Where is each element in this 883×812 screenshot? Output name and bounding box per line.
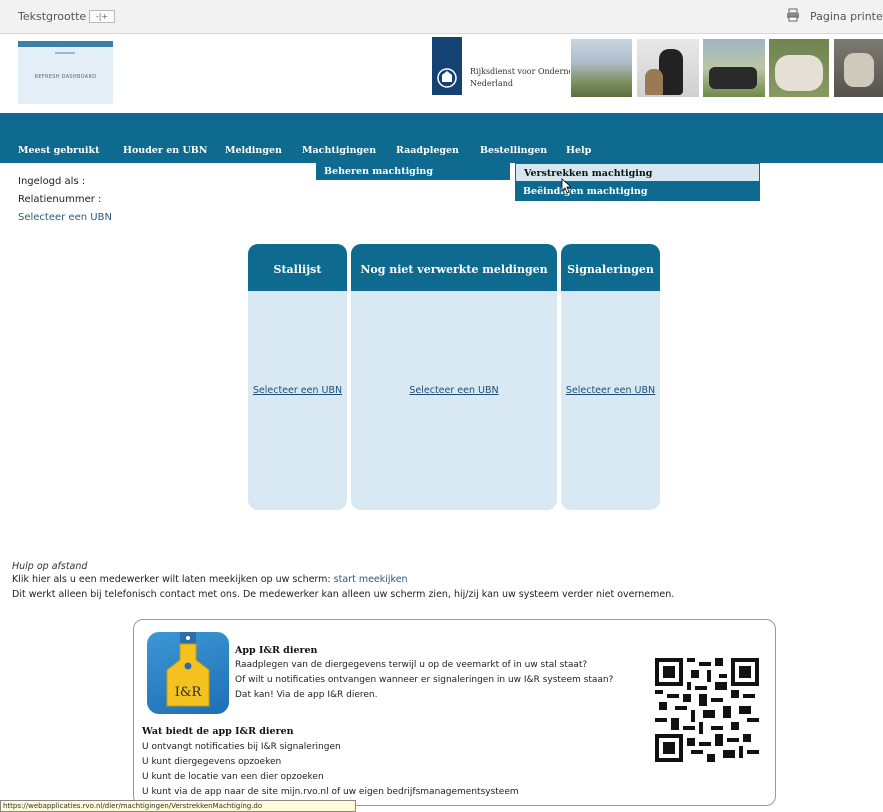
nav-meest-gebruikt[interactable]: Meest gebruikt <box>18 145 99 156</box>
app-benefit-item: U ontvangt notificaties bij I&R signaler… <box>142 742 341 752</box>
top-toolbar: Tekstgrootte -|+ Pagina printen <box>0 0 883 34</box>
app-description-line: Of wilt u notificaties ontvangen wanneer… <box>235 675 614 685</box>
goat-shape <box>844 53 874 87</box>
panel-signaleringen: Signaleringen Selecteer een UBN <box>561 244 660 510</box>
relation-number-label: Relatienummer : <box>18 194 102 205</box>
print-page-link[interactable]: Pagina printen <box>810 10 883 23</box>
rijksoverheid-logo <box>432 37 462 95</box>
panel-meldingen: Nog niet verwerkte meldingen Selecteer e… <box>351 244 557 510</box>
nav-help[interactable]: Help <box>566 145 591 156</box>
panel-title: Stallijst <box>248 244 347 291</box>
app-benefits-title: Wat biedt de app I&R dieren <box>142 726 294 737</box>
text-size-label: Tekstgrootte <box>18 10 87 23</box>
nav-machtigingen[interactable]: Machtigingen <box>302 145 376 156</box>
ear-tag-icon: I&R <box>166 632 210 707</box>
submenu-beeindigen-machtiging[interactable]: Beëindigen machtiging <box>515 182 760 201</box>
refresh-dashboard-button[interactable]: REFRESH DASHBOARD <box>18 41 113 104</box>
select-ubn-link[interactable]: Selecteer een UBN <box>18 212 112 223</box>
submenu-beheren-machtiging[interactable]: Beheren machtiging <box>316 163 510 180</box>
logged-in-label: Ingelogd als : <box>18 176 86 187</box>
panel-select-ubn-link[interactable]: Selecteer een UBN <box>561 385 660 396</box>
nav-meldingen[interactable]: Meldingen <box>225 145 282 156</box>
app-description-line: Raadplegen van de diergegevens terwijl u… <box>235 660 588 670</box>
mouse-cursor-icon <box>561 178 571 194</box>
remote-help-line: Klik hier als u een medewerker wilt late… <box>12 574 408 585</box>
panel-stallijst: Stallijst Selecteer een UBN <box>248 244 347 510</box>
header-photo-cows <box>703 39 765 97</box>
nav-houder-en-ubn[interactable]: Houder en UBN <box>123 145 207 156</box>
font-size-buttons[interactable]: -|+ <box>89 10 115 23</box>
header-photo-farm <box>571 39 632 97</box>
organisation-name: Rijksdienst voor Ondernemend Nederland <box>470 67 570 88</box>
app-promo-card: I&R App I&R dieren Raadplegen van de die… <box>133 619 776 806</box>
submenu-verstrekken-machtiging[interactable]: Verstrekken machtiging <box>515 163 760 182</box>
app-ir-icon[interactable]: I&R <box>147 632 229 714</box>
panel-title: Nog niet verwerkte meldingen <box>351 244 557 291</box>
app-benefit-item: U kunt via de app naar de site mijn.rvo.… <box>142 787 519 797</box>
app-icon-text: I&R <box>175 685 203 700</box>
tile-dash <box>55 52 75 54</box>
app-title: App I&R dieren <box>235 645 318 656</box>
remote-help-note: Dit werkt alleen bij telefonisch contact… <box>12 589 675 600</box>
printer-icon[interactable] <box>786 8 800 22</box>
header-photo-dog-cat <box>637 39 699 97</box>
header-photo-goat <box>834 39 883 97</box>
start-meekijken-link[interactable]: start meekijken <box>334 574 408 585</box>
sheep-shape <box>775 55 823 91</box>
site-header: REFRESH DASHBOARD Rijksdienst voor Onder… <box>0 35 883 113</box>
cow-shape <box>709 67 757 89</box>
qr-code-icon[interactable] <box>655 658 759 762</box>
header-photo-sheep <box>769 39 829 97</box>
nav-bestellingen[interactable]: Bestellingen <box>480 145 547 156</box>
browser-status-url: https://webapplicaties.rvo.nl/dier/macht… <box>0 800 356 812</box>
refresh-dashboard-label: REFRESH DASHBOARD <box>34 74 97 80</box>
panel-title: Signaleringen <box>561 244 660 291</box>
remote-help-title: Hulp op afstand <box>12 561 88 572</box>
app-benefit-item: U kunt de locatie van een dier opzoeken <box>142 772 324 782</box>
cat-shape <box>645 69 663 95</box>
main-navigation: Meest gebruikt Houder en UBN Meldingen M… <box>0 113 883 163</box>
app-description-line: Dat kan! Via de app I&R dieren. <box>235 690 378 700</box>
app-benefit-item: U kunt diergegevens opzoeken <box>142 757 282 767</box>
panel-select-ubn-link[interactable]: Selecteer een UBN <box>351 385 557 396</box>
panel-select-ubn-link[interactable]: Selecteer een UBN <box>248 385 347 396</box>
nav-raadplegen[interactable]: Raadplegen <box>396 145 459 156</box>
